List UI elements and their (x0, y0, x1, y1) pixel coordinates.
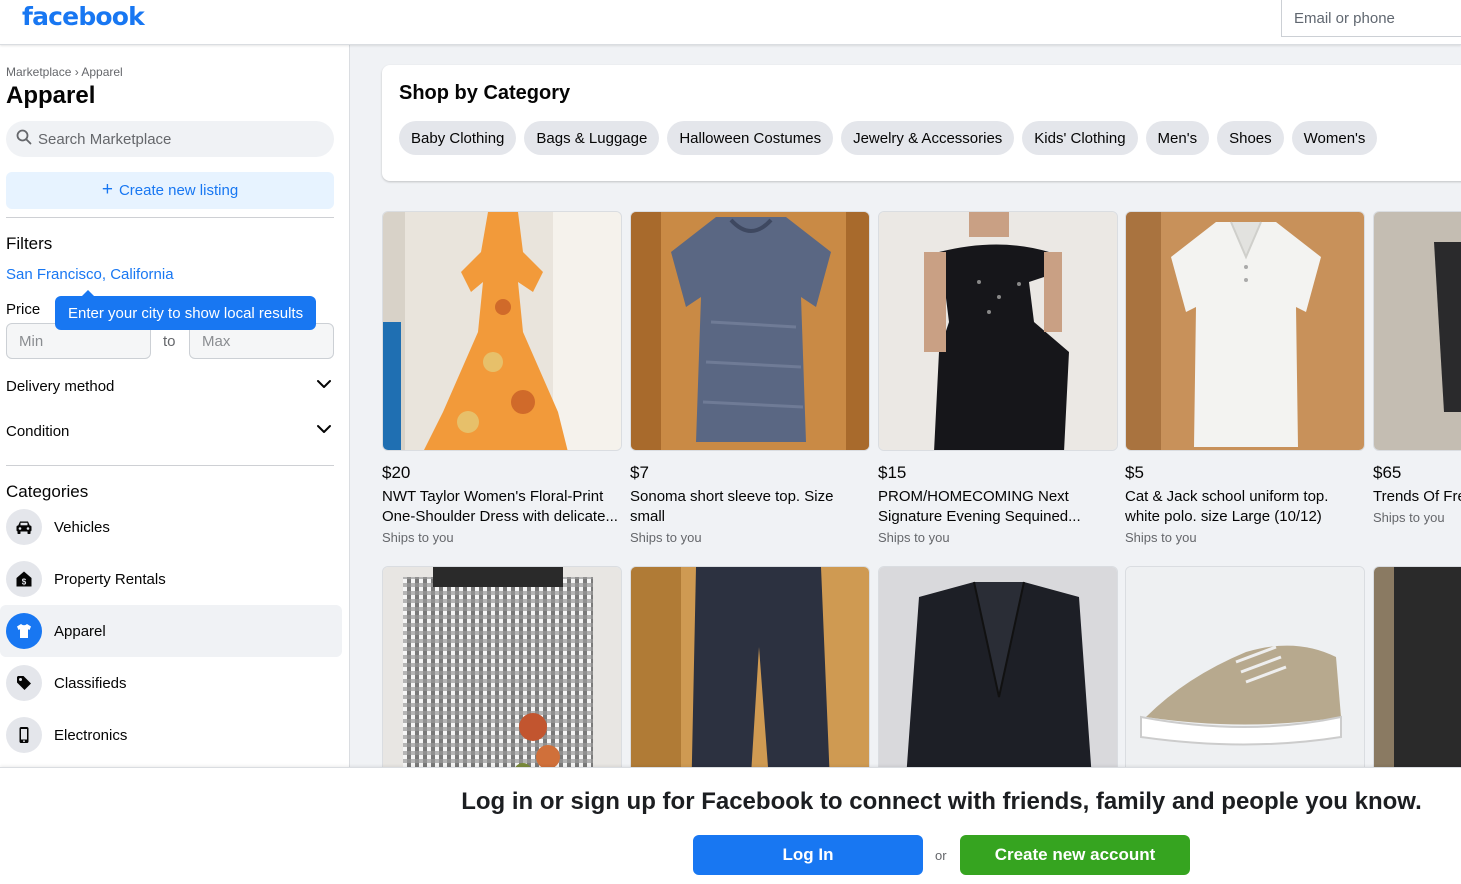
category-item-apparel[interactable]: Apparel (0, 605, 342, 657)
shop-by-category-title: Shop by Category (399, 82, 571, 104)
categories-heading: Categories (6, 482, 89, 501)
chip-bags-luggage[interactable]: Bags & Luggage (524, 121, 660, 155)
category-label: Vehicles (54, 518, 110, 536)
divider (6, 465, 334, 466)
category-label: Classifieds (54, 674, 127, 692)
category-item-property-rentals[interactable]: $ Property Rentals (0, 553, 342, 605)
listing-photo[interactable] (878, 566, 1118, 767)
listing-title: NWT Taylor Women's Floral-Print One-Shou… (382, 488, 618, 525)
condition-filter[interactable]: Condition (6, 416, 334, 446)
listing-photo[interactable] (1125, 566, 1365, 767)
listing-photo[interactable] (1125, 211, 1365, 451)
category-item-electronics[interactable]: Electronics (0, 709, 342, 761)
phone-icon (6, 717, 42, 753)
svg-text:$: $ (22, 578, 27, 587)
create-listing-button[interactable]: + Create new listing (6, 172, 334, 209)
price-to-label: to (163, 333, 176, 350)
listing-shipping: Ships to you (878, 530, 950, 545)
chip-kids-clothing[interactable]: Kids' Clothing (1022, 121, 1138, 155)
location-link[interactable]: San Francisco, California (6, 266, 174, 283)
listing-photo[interactable] (1373, 211, 1461, 451)
breadcrumb[interactable]: Marketplace › Apparel (6, 65, 123, 79)
sidebar: Marketplace › Apparel Apparel + Create n… (0, 45, 350, 767)
chip-jewelry-accessories[interactable]: Jewelry & Accessories (841, 121, 1015, 155)
listing-card[interactable] (630, 566, 870, 767)
listing-price: $15 (878, 463, 907, 482)
listing-card[interactable]: $5 Cat & Jack school uniform top. white … (1125, 211, 1365, 545)
login-button[interactable]: Log In (693, 835, 923, 875)
chip-halloween-costumes[interactable]: Halloween Costumes (667, 121, 834, 155)
login-banner-message: Log in or sign up for Facebook to connec… (461, 788, 1422, 815)
login-banner-text: Log in or sign up for Facebook to connec… (0, 788, 1461, 816)
listing-card[interactable] (1373, 566, 1461, 767)
filters-heading: Filters (6, 234, 53, 253)
listing-photo[interactable] (382, 211, 622, 451)
main-content: Shop by Category Baby Clothing Bags & Lu… (351, 45, 1461, 767)
listing-card[interactable]: $20 NWT Taylor Women's Floral-Print One-… (382, 211, 622, 545)
divider (6, 217, 334, 218)
listing-price: $20 (382, 463, 411, 482)
create-listing-label: Create new listing (118, 182, 239, 199)
price-label: Price (6, 301, 41, 318)
delivery-method-label: Delivery method (6, 377, 115, 395)
listing-card[interactable]: $7 Sonoma short sleeve top. Size small S… (630, 211, 870, 545)
listing-photo[interactable] (630, 211, 870, 451)
category-label: Apparel (54, 622, 106, 640)
create-account-button[interactable]: Create new account (960, 835, 1190, 875)
delivery-method-filter[interactable]: Delivery method (6, 371, 334, 401)
plus-icon: + (101, 179, 113, 200)
shop-by-category-card: Shop by Category Baby Clothing Bags & Lu… (382, 65, 1461, 181)
chevron-down-icon (314, 374, 334, 399)
listing-price: $7 (630, 463, 649, 482)
category-item-classifieds[interactable]: Classifieds (0, 657, 342, 709)
chip-womens[interactable]: Women's (1291, 121, 1378, 155)
category-chips: Baby Clothing Bags & Luggage Halloween C… (399, 121, 1378, 155)
chip-baby-clothing[interactable]: Baby Clothing (399, 121, 517, 155)
listing-card[interactable] (1125, 566, 1365, 767)
house-icon: $ (6, 561, 42, 597)
listing-shipping: Ships to you (1125, 530, 1197, 545)
category-item-vehicles[interactable]: Vehicles (0, 501, 342, 553)
category-label: Property Rentals (54, 570, 166, 588)
listing-price: $5 (1125, 463, 1144, 482)
listing-photo[interactable] (630, 566, 870, 767)
listing-price: $65 (1373, 463, 1402, 482)
listing-photo[interactable] (382, 566, 622, 767)
listing-card[interactable]: $65 Trends Of Fre Pants XXL Me Ships to … (1373, 211, 1461, 525)
listing-card[interactable]: $15 PROM/HOMECOMING Next Signature Eveni… (878, 211, 1118, 545)
car-icon (6, 509, 42, 545)
search-icon (16, 129, 32, 150)
page-title: Apparel (6, 82, 96, 109)
search-input[interactable] (38, 130, 318, 148)
condition-label: Condition (6, 422, 70, 440)
chevron-down-icon (314, 419, 334, 444)
listing-shipping: Ships to you (382, 530, 454, 545)
listing-title: Cat & Jack school uniform top. white pol… (1125, 488, 1329, 525)
listing-card[interactable] (382, 566, 622, 767)
email-field[interactable] (1281, 0, 1461, 37)
listing-photo[interactable] (1373, 566, 1461, 767)
listing-card[interactable] (878, 566, 1118, 767)
facebook-logo[interactable]: facebook (22, 2, 145, 31)
listing-photo[interactable] (878, 211, 1118, 451)
chip-mens[interactable]: Men's (1145, 121, 1210, 155)
location-tooltip: Enter your city to show local results (55, 290, 317, 330)
shirt-icon (6, 613, 42, 649)
or-separator: or (935, 848, 947, 863)
search-box[interactable] (6, 121, 334, 157)
listing-shipping: Ships to you (630, 530, 702, 545)
listing-shipping: Ships to you (1373, 510, 1445, 525)
listing-title: Sonoma short sleeve top. Size small (630, 488, 834, 525)
tag-icon (6, 665, 42, 701)
category-label: Electronics (54, 726, 128, 744)
chip-shoes[interactable]: Shoes (1217, 121, 1284, 155)
top-bar: facebook (0, 0, 1461, 45)
login-banner: Log in or sign up for Facebook to connec… (0, 767, 1461, 884)
listing-title: Trends Of Fre Pants XXL Me (1373, 488, 1461, 505)
listing-title: PROM/HOMECOMING Next Signature Evening S… (878, 488, 1081, 525)
